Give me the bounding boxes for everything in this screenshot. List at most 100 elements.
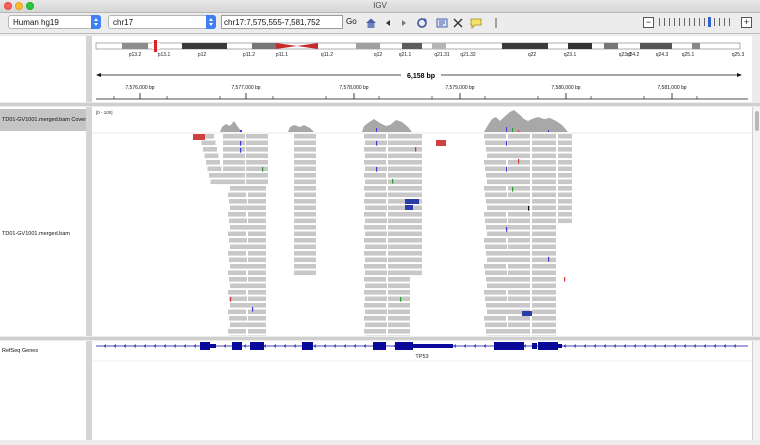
aligned-read[interactable] <box>532 270 556 276</box>
aligned-read[interactable] <box>532 212 556 217</box>
aligned-read[interactable] <box>294 251 316 256</box>
aligned-read[interactable] <box>365 218 387 224</box>
aligned-read[interactable] <box>248 309 266 315</box>
aligned-read[interactable] <box>364 251 386 256</box>
aligned-read[interactable] <box>223 134 245 139</box>
aligned-read[interactable] <box>228 231 246 237</box>
aligned-read[interactable] <box>364 147 386 152</box>
aligned-read[interactable] <box>486 147 508 152</box>
aligned-read[interactable] <box>484 316 506 321</box>
zoom-level-6[interactable] <box>684 18 685 26</box>
aligned-read[interactable] <box>558 153 572 159</box>
aligned-read[interactable] <box>410 186 422 191</box>
aligned-read[interactable] <box>364 277 386 282</box>
aligned-read[interactable] <box>294 231 316 237</box>
aligned-read[interactable] <box>532 179 556 185</box>
aligned-read[interactable] <box>229 257 247 263</box>
aligned-read[interactable] <box>294 270 316 276</box>
refseq-track-label[interactable]: RefSeq Genes <box>2 348 38 354</box>
aligned-read[interactable] <box>532 251 556 256</box>
aligned-read[interactable] <box>532 205 556 211</box>
aligned-read[interactable] <box>206 160 220 165</box>
aligned-read[interactable] <box>223 160 245 165</box>
aligned-read[interactable] <box>508 257 530 263</box>
aligned-read[interactable] <box>365 179 387 185</box>
aligned-read[interactable] <box>294 264 316 269</box>
aligned-reads[interactable] <box>193 134 572 341</box>
aligned-read[interactable] <box>410 192 422 198</box>
aligned-read[interactable] <box>294 153 316 159</box>
aligned-read[interactable] <box>487 335 509 341</box>
aligned-read[interactable] <box>223 153 245 159</box>
aligned-read[interactable] <box>532 329 556 334</box>
aligned-read[interactable] <box>558 192 572 198</box>
aligned-read[interactable] <box>294 225 316 230</box>
aligned-read[interactable] <box>410 251 422 256</box>
aligned-read[interactable] <box>558 186 572 191</box>
aligned-read[interactable] <box>230 186 248 191</box>
aligned-read[interactable] <box>410 218 422 224</box>
aligned-read[interactable] <box>388 244 410 250</box>
aligned-read[interactable] <box>487 309 509 315</box>
aligned-read[interactable] <box>558 205 572 211</box>
aligned-read[interactable] <box>508 264 530 269</box>
highlighted-read[interactable] <box>436 140 446 146</box>
aligned-read[interactable] <box>388 257 410 263</box>
aligned-read[interactable] <box>365 192 387 198</box>
aligned-read[interactable] <box>364 290 386 295</box>
aligned-read[interactable] <box>532 225 556 230</box>
aligned-read[interactable] <box>364 303 386 308</box>
zoom-level-9[interactable] <box>699 18 700 26</box>
aligned-read[interactable] <box>388 322 410 328</box>
aligned-read[interactable] <box>229 277 247 282</box>
zoom-level-13[interactable] <box>719 18 720 26</box>
aligned-read[interactable] <box>508 179 530 185</box>
aligned-read[interactable] <box>248 212 266 217</box>
aligned-read[interactable] <box>532 316 556 321</box>
aligned-read[interactable] <box>532 264 556 269</box>
aligned-read[interactable] <box>558 212 572 217</box>
aligned-read[interactable] <box>248 303 266 308</box>
aligned-read[interactable] <box>532 231 556 237</box>
data-panel-scrollbar[interactable] <box>752 107 760 336</box>
aligned-read[interactable] <box>486 225 508 230</box>
aligned-read[interactable] <box>484 290 506 295</box>
aligned-read[interactable] <box>508 296 530 302</box>
aligned-read[interactable] <box>558 160 572 165</box>
aligned-read[interactable] <box>532 290 556 295</box>
aligned-read[interactable] <box>532 244 556 250</box>
aligned-read[interactable] <box>294 199 316 204</box>
aligned-read[interactable] <box>248 231 266 237</box>
aligned-read[interactable] <box>246 153 268 159</box>
aligned-read[interactable] <box>532 322 556 328</box>
aligned-read[interactable] <box>487 153 509 159</box>
aligned-read[interactable] <box>364 160 386 165</box>
forward-icon[interactable] <box>398 17 410 29</box>
aligned-read[interactable] <box>532 257 556 263</box>
aligned-read[interactable] <box>294 205 316 211</box>
aligned-read[interactable] <box>485 140 507 146</box>
aligned-read[interactable] <box>508 335 530 341</box>
aligned-read[interactable] <box>410 212 422 217</box>
aligned-read[interactable] <box>294 212 316 217</box>
aligned-read[interactable] <box>294 244 316 250</box>
highlighted-read[interactable] <box>405 199 419 204</box>
aligned-read[interactable] <box>508 329 530 334</box>
aligned-read[interactable] <box>207 166 222 172</box>
aligned-read[interactable] <box>365 257 387 263</box>
popup-text-icon[interactable] <box>470 17 482 29</box>
aligned-read[interactable] <box>532 166 556 172</box>
aligned-read[interactable] <box>294 179 316 185</box>
aligned-read[interactable] <box>388 329 410 334</box>
aligned-read[interactable] <box>248 192 266 198</box>
aligned-read[interactable] <box>486 199 508 204</box>
aligned-read[interactable] <box>364 225 386 230</box>
aligned-read[interactable] <box>484 186 506 191</box>
aligned-read[interactable] <box>532 140 556 146</box>
aligned-read[interactable] <box>410 173 422 178</box>
aligned-read[interactable] <box>558 218 572 224</box>
aligned-read[interactable] <box>485 296 507 302</box>
aligned-read[interactable] <box>365 322 387 328</box>
aligned-read[interactable] <box>508 283 530 289</box>
resize-icon[interactable] <box>452 17 464 29</box>
